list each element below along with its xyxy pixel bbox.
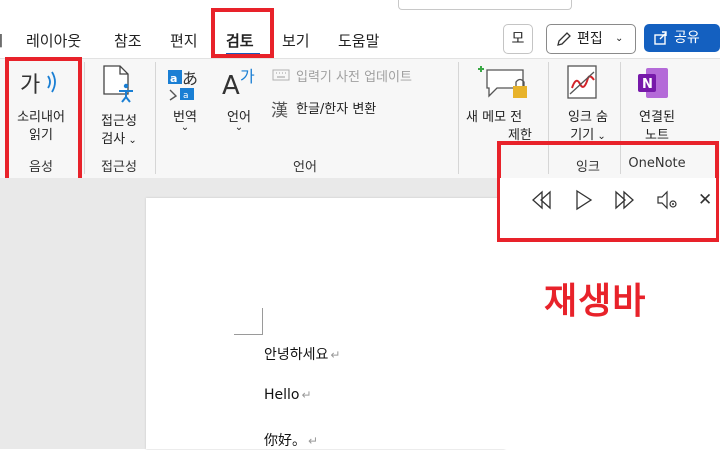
new-comment-icon [473, 64, 533, 104]
chevron-down-icon[interactable]: ⌄ [214, 122, 264, 133]
chevron-down-icon: ⌄ [125, 135, 137, 146]
edit-mode-button[interactable]: 편집 ⌄ [546, 24, 636, 54]
hanja-icon: 漢 [271, 101, 288, 121]
tab-references[interactable]: 참조 [114, 30, 142, 51]
margin-corner-mark [234, 308, 263, 335]
paragraph-mark-icon: ↵ [330, 348, 341, 362]
play-icon[interactable] [572, 188, 596, 212]
svg-text:A: A [222, 71, 240, 101]
onenote-icon: N [636, 66, 672, 102]
svg-text:あ: あ [182, 69, 198, 88]
language-icon: A 가 [220, 64, 260, 104]
accessibility-label-2[interactable]: 검사 ⌄ [88, 128, 150, 147]
chevron-down-icon[interactable]: ⌄ [160, 122, 210, 133]
close-icon[interactable]: ✕ [698, 188, 718, 212]
next-icon[interactable] [612, 188, 636, 212]
share-label: 공유 [674, 30, 700, 46]
tab-mailings[interactable]: 편지 [170, 30, 198, 51]
tab-prev-cut[interactable]: ㅣ [0, 30, 8, 51]
hide-ink-label-1[interactable]: 잉크 숨 [558, 106, 618, 125]
svg-text:a: a [170, 72, 177, 85]
annotation-label: 재생바 [544, 281, 647, 322]
accessibility-label-1[interactable]: 접근성 [88, 110, 150, 129]
separator [458, 62, 459, 174]
edit-label: 편집 [577, 31, 603, 47]
ime-dictionary-update-button[interactable]: 입력기 사전 업데이트 [296, 66, 412, 85]
paragraph-mark-icon: ↵ [301, 388, 312, 402]
mode-button[interactable]: 모 [503, 24, 533, 54]
document-line[interactable]: 你好。 ↵ [264, 430, 318, 450]
svg-text:a: a [183, 91, 189, 101]
share-button[interactable]: 공유 [644, 24, 720, 52]
hangul-hanja-convert-button[interactable]: 한글/한자 변환 [296, 98, 376, 117]
new-comment-label-1[interactable]: 새 메모 전 [466, 106, 522, 125]
highlight-read-aloud [5, 57, 82, 182]
tab-layout[interactable]: 레이아웃 [26, 30, 81, 51]
tab-view[interactable]: 보기 [282, 30, 310, 51]
document-page[interactable] [146, 198, 505, 449]
paragraph-mark-icon: ↵ [308, 434, 319, 448]
previous-icon[interactable] [530, 188, 554, 212]
separator [84, 62, 85, 174]
group-label-language: 언어 [293, 160, 317, 175]
svg-text:N: N [642, 77, 653, 92]
translate-icon: a あ a [166, 66, 206, 102]
tab-help[interactable]: 도움말 [338, 30, 379, 51]
svg-text:가: 가 [240, 67, 255, 86]
document-line[interactable]: 안녕하세요 ↵ [264, 344, 340, 364]
group-label-accessibility: 접근성 [101, 160, 137, 175]
voice-settings-icon[interactable] [655, 188, 679, 212]
document-line[interactable]: Hello ↵ [264, 387, 312, 403]
keyboard-icon [272, 67, 290, 81]
hide-ink-icon [564, 64, 604, 104]
share-icon [653, 24, 669, 62]
accessibility-check-icon [100, 64, 138, 104]
linked-notes-label-1[interactable]: 연결된 [628, 106, 686, 125]
highlight-review-tab [211, 8, 274, 58]
separator [155, 62, 156, 174]
top-edge-card [398, 0, 572, 10]
chevron-down-icon: ⌄ [615, 33, 624, 44]
